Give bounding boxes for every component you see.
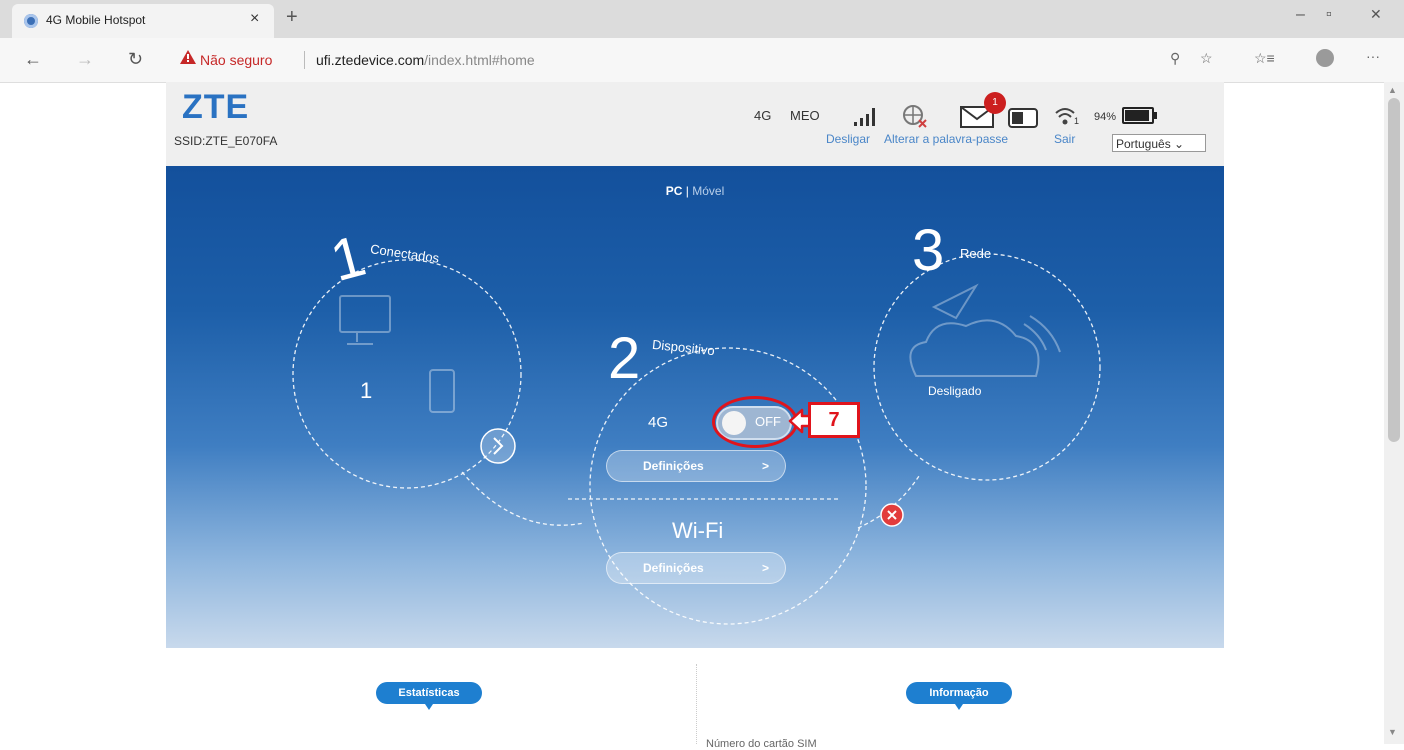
favorites-icon[interactable]: ☆≡ — [1254, 50, 1275, 67]
disconnected-status-icon — [880, 503, 904, 527]
zte-logo: ZTE — [182, 88, 250, 126]
statistics-badge-label: Estatísticas — [398, 687, 460, 699]
maximize-button[interactable]: ▫ — [1326, 6, 1332, 24]
url-text[interactable]: ufi.ztedevice.com/index.html#home — [316, 52, 535, 68]
section-divider — [696, 664, 698, 744]
wifi-client-count: 1 — [1074, 116, 1080, 126]
signal-icon — [854, 106, 880, 126]
browser-tab-bar: 4G Mobile Hotspot × + – ▫ ✕ — [0, 0, 1404, 38]
warning-triangle-icon — [180, 50, 196, 64]
monitor-icon — [339, 295, 391, 333]
url-path: /index.html#home — [424, 52, 535, 68]
paper-plane-icon — [931, 283, 979, 320]
sim-number-label: Número do cartão SIM — [706, 738, 817, 750]
info-section: Estatísticas Informação Número do cartão… — [166, 648, 1224, 750]
step-callout: 7 — [788, 402, 872, 440]
logout-link[interactable]: Sair — [1054, 132, 1075, 146]
step-3-number: 3 — [912, 218, 945, 283]
refresh-button[interactable]: ↻ — [128, 49, 143, 70]
network-type: 4G — [754, 108, 772, 123]
signal-waves-icon — [1023, 315, 1061, 353]
toggle-highlight-annotation — [712, 396, 798, 448]
browser-tab[interactable]: 4G Mobile Hotspot × — [12, 4, 274, 38]
change-password-link[interactable]: Alterar a palavra-passe — [884, 132, 1008, 146]
battery-percent: 94% — [1094, 111, 1117, 123]
battery-tip — [1154, 112, 1157, 119]
phone-icon — [429, 369, 455, 413]
battery-icon — [1122, 107, 1154, 124]
scroll-down-arrow-icon[interactable]: ▼ — [1388, 727, 1397, 737]
settings-wifi-label: Definições — [643, 561, 704, 575]
zoom-icon[interactable]: ⚲ — [1170, 50, 1180, 67]
info-badge[interactable]: Informação — [906, 682, 1012, 710]
wifi-icon — [1055, 108, 1075, 125]
browser-address-bar: ← → ↻ Não seguro ufi.ztedevice.com/index… — [0, 38, 1404, 83]
disconnect-link[interactable]: Desligar — [826, 132, 870, 146]
globe-icon — [24, 14, 38, 28]
connected-arrow-button — [480, 428, 516, 464]
callout-step-number: 7 — [808, 402, 860, 438]
star-icon[interactable]: ☆ — [1200, 50, 1213, 67]
statistics-badge[interactable]: Estatísticas — [376, 682, 482, 710]
scrollbar-thumb[interactable] — [1388, 98, 1400, 442]
connector-left — [461, 471, 585, 526]
ssid-label: SSID:ZTE_E070FA — [174, 134, 278, 148]
sim-card-icon — [1008, 108, 1038, 128]
network-circle — [873, 253, 1101, 481]
network-label: Rede — [960, 246, 992, 261]
close-tab-icon[interactable]: × — [250, 10, 259, 28]
operator-name: MEO — [790, 108, 820, 123]
router-header: ZTE SSID:ZTE_E070FA 4G MEO 1 1 94% Desli… — [166, 82, 1224, 166]
settings-4g-label: Definições — [643, 459, 704, 473]
url-separator — [304, 51, 305, 69]
network-status: Desligado — [928, 384, 982, 398]
url-host: ufi.ztedevice.com — [316, 52, 425, 68]
forward-button[interactable]: → — [76, 49, 94, 70]
back-button[interactable]: ← — [24, 49, 42, 70]
language-select[interactable]: Português ⌄ — [1112, 134, 1206, 152]
profile-icon[interactable] — [1316, 49, 1334, 67]
cloud-icon — [909, 319, 1040, 377]
step-2-number: 2 — [608, 326, 641, 391]
more-icon[interactable]: ··· — [1366, 48, 1380, 64]
url-field[interactable]: Não seguro ufi.ztedevice.com/index.html#… — [170, 45, 1210, 75]
chevron-right-icon: > — [761, 561, 769, 575]
tab-title: 4G Mobile Hotspot — [46, 13, 146, 27]
settings-4g-button[interactable]: Definições > — [606, 450, 786, 482]
minimize-button[interactable]: – — [1296, 6, 1305, 24]
mail-count-badge: 1 — [984, 92, 1006, 114]
connected-count: 1 — [360, 378, 373, 403]
security-status[interactable]: Não seguro — [200, 52, 272, 68]
info-badge-label: Informação — [929, 687, 989, 699]
new-tab-button[interactable]: + — [286, 6, 298, 29]
scroll-up-arrow-icon[interactable]: ▲ — [1388, 85, 1397, 95]
settings-wifi-button[interactable]: Definições > — [606, 552, 786, 584]
roaming-globe-icon — [903, 105, 927, 128]
chevron-right-icon: > — [761, 459, 769, 473]
mobile-data-label: 4G — [648, 414, 669, 431]
device-overview-panel: PC | Móvel 1 Conectados 1 2 Dispositivo … — [166, 166, 1224, 648]
close-window-button[interactable]: ✕ — [1370, 6, 1382, 23]
wifi-label: Wi-Fi — [672, 518, 724, 543]
